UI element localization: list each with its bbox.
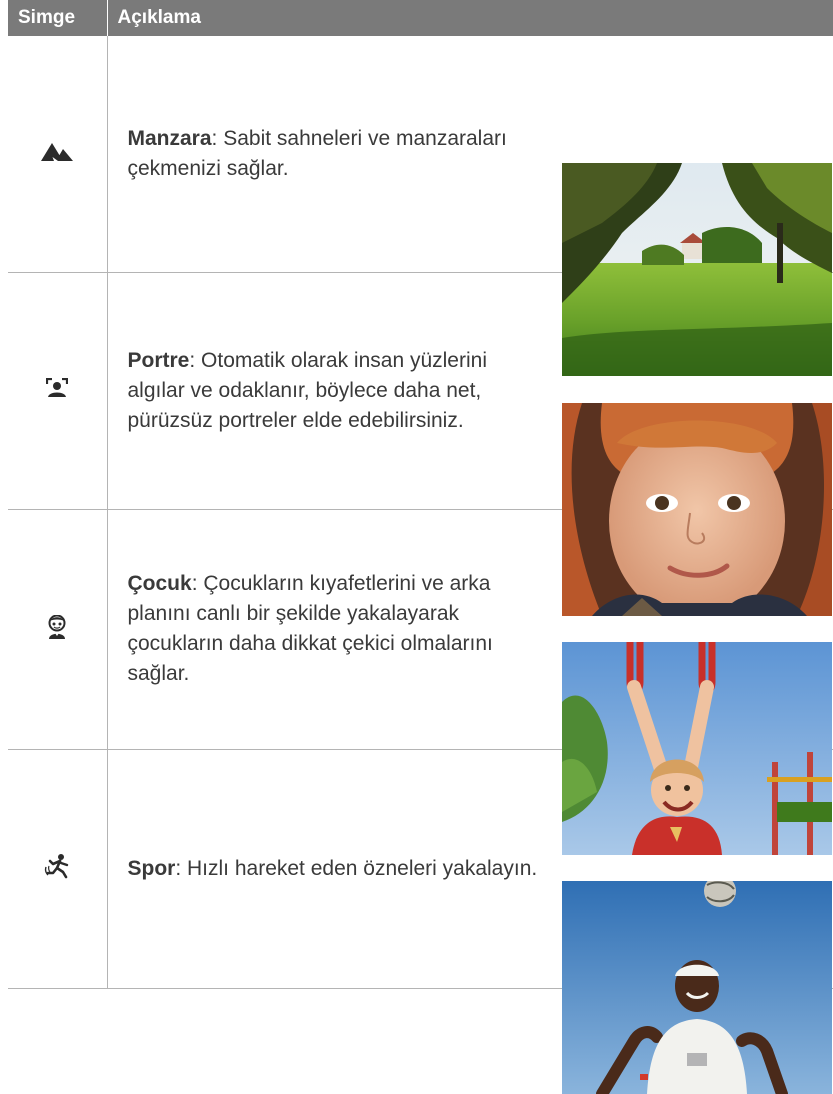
mode-term: Çocuk [127, 572, 192, 595]
description-text: Portre: Otomatik olarak insan yüzlerini … [128, 346, 538, 436]
mode-description: : Hızlı hareket eden özneleri yakalayın. [175, 856, 538, 880]
landscape-photo [561, 162, 832, 376]
header-description-column: Açıklama [107, 0, 833, 36]
sports-photo [561, 880, 832, 1094]
icon-cell [8, 749, 108, 989]
sports-icon [44, 853, 70, 884]
table-header-row: Simge Açıklama [8, 0, 833, 36]
portrait-photo [561, 402, 832, 616]
description-text: Manzara: Sabit sahneleri ve manzaraları … [128, 124, 538, 184]
mode-term: Manzara [127, 126, 212, 150]
icon-cell [8, 509, 108, 750]
scene-mode-table: Simge Açıklama Manzara: Sabit sahneleri … [8, 0, 833, 1094]
mode-term: Spor [127, 856, 176, 880]
table-row-landscape: Manzara: Sabit sahneleri ve manzaraları … [8, 36, 833, 376]
description-text: Çocuk: Çocukların kıyafetlerini ve arka … [128, 569, 538, 689]
portrait-icon [46, 377, 69, 403]
header-icon-column: Simge [8, 0, 108, 36]
description-text: Spor: Hızlı hareket eden özneleri yakala… [128, 854, 538, 884]
children-icon [47, 614, 67, 644]
icon-cell [8, 36, 108, 273]
children-photo [561, 642, 832, 855]
landscape-icon [41, 141, 74, 166]
mode-term: Portre [127, 348, 190, 372]
description-cell: Manzara: Sabit sahneleri ve manzaraları … [107, 36, 833, 376]
icon-cell [8, 272, 108, 510]
